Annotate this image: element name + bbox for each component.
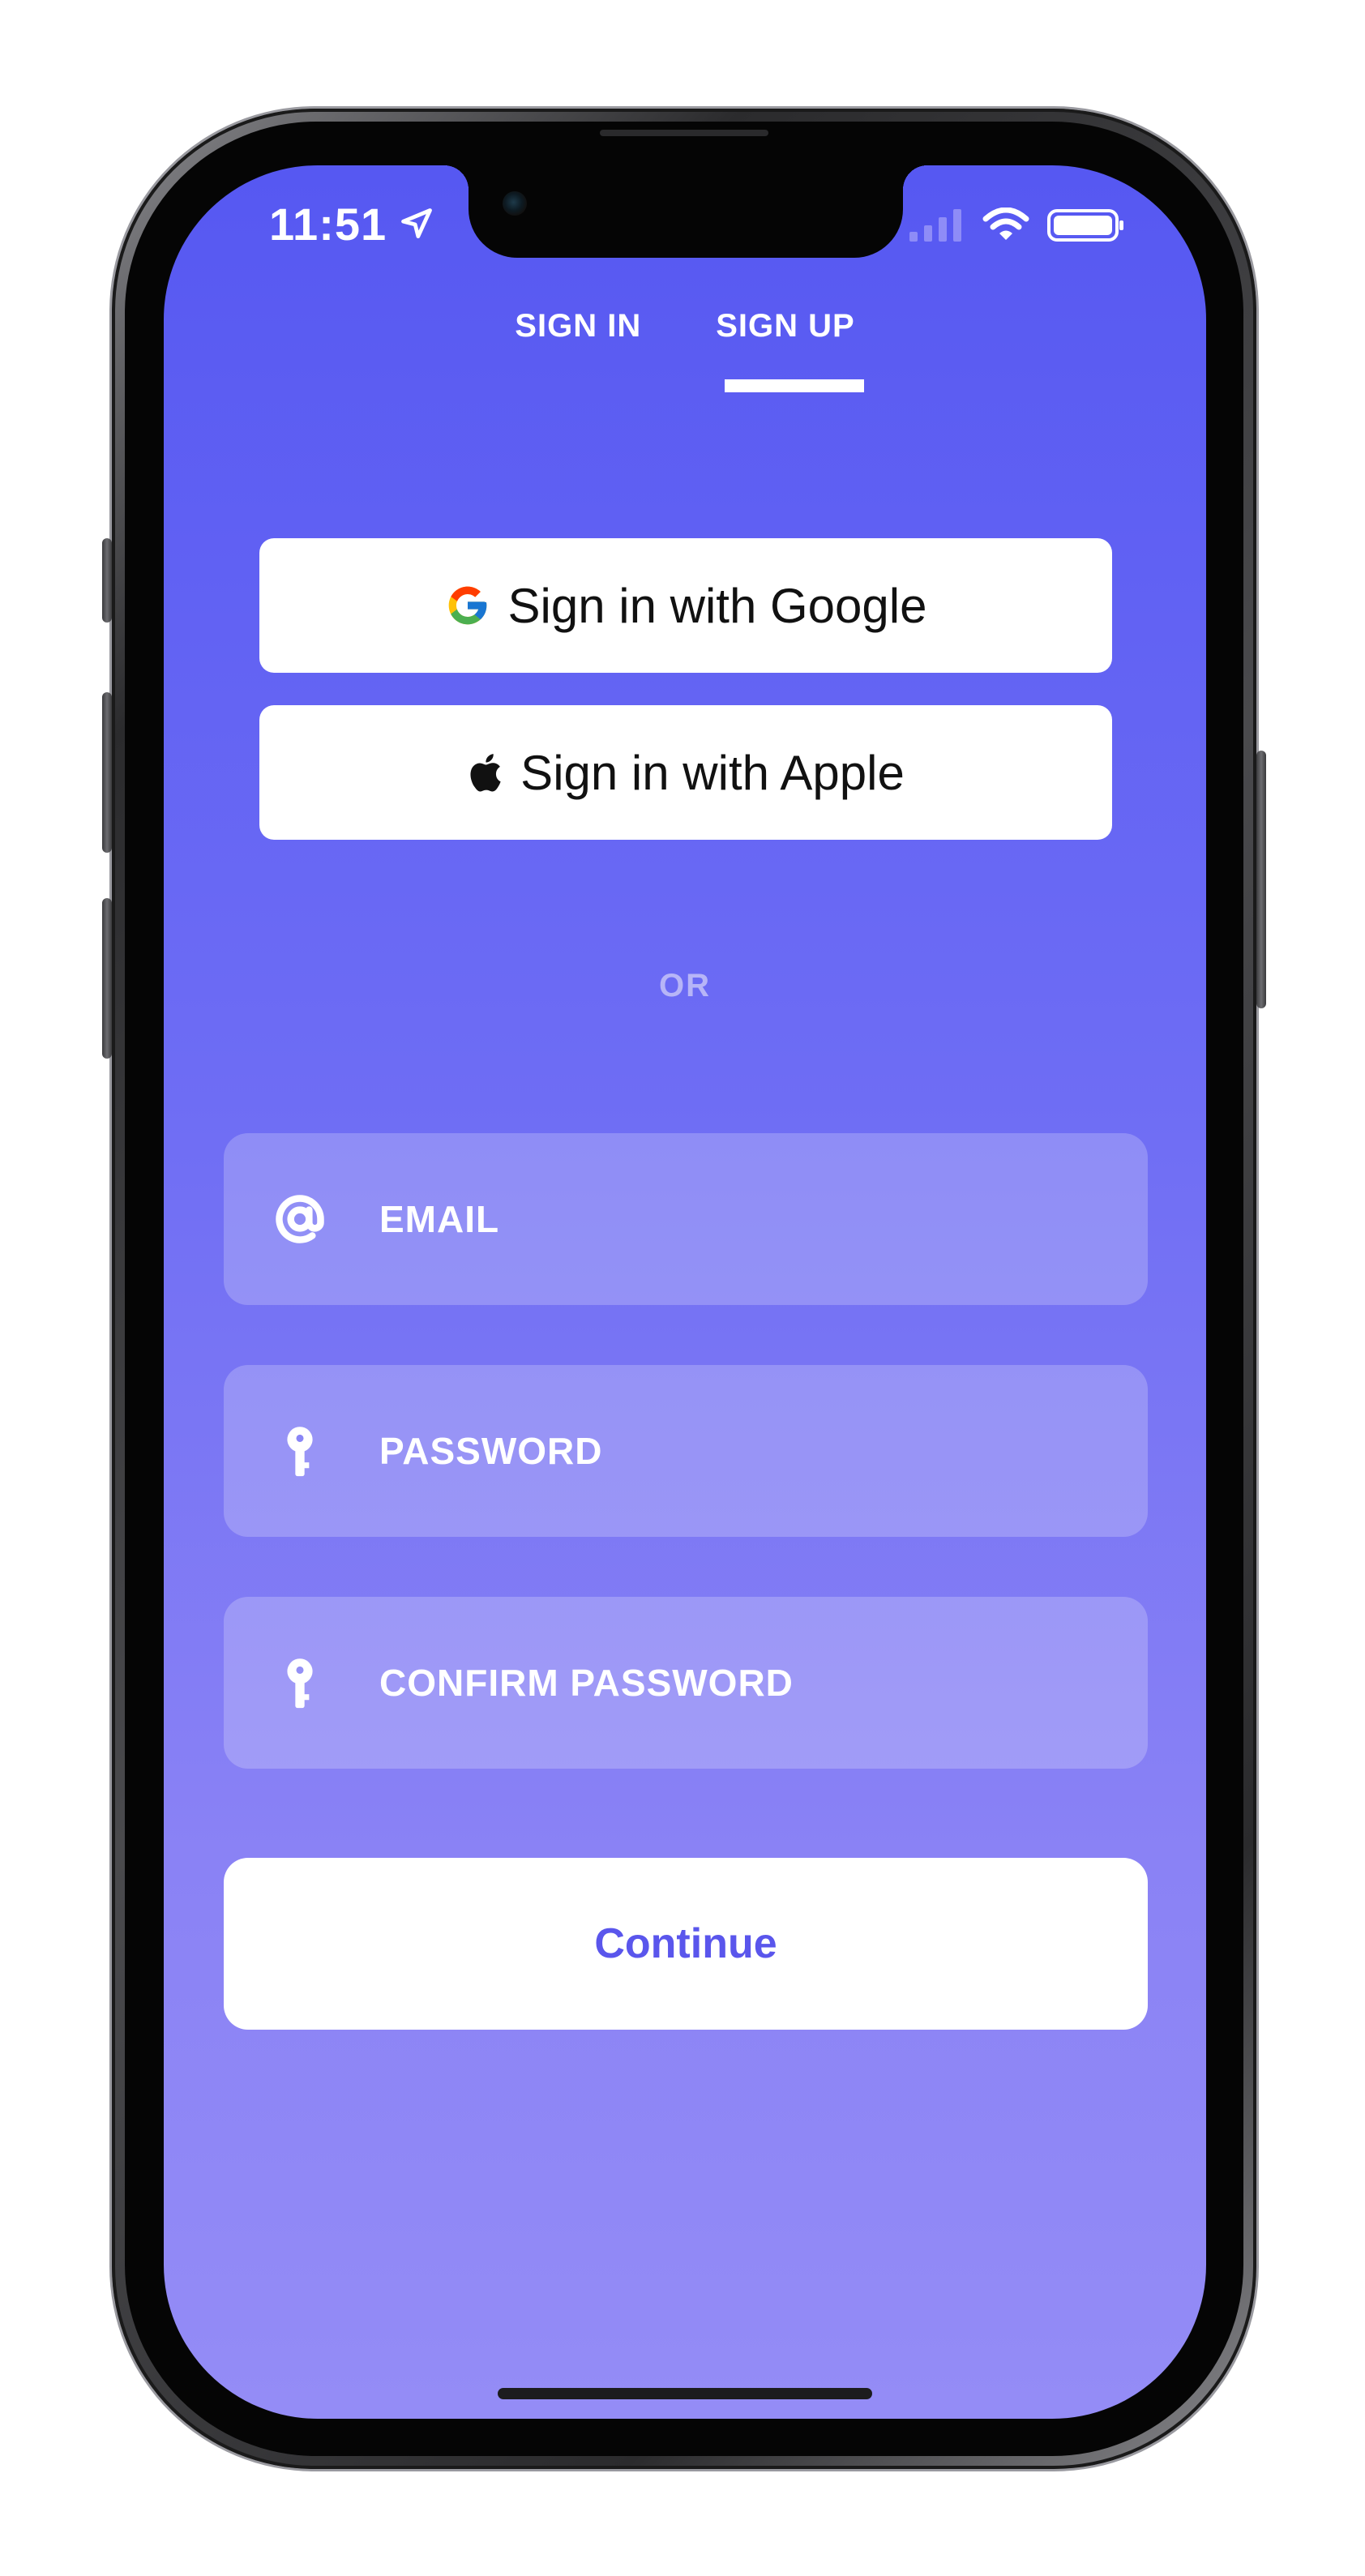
email-placeholder: EMAIL [379, 1198, 500, 1240]
tab-sign-up[interactable]: SIGN UP [716, 308, 854, 344]
apple-logo-icon [470, 754, 501, 792]
continue-label: Continue [594, 1920, 777, 1967]
selected-tab-indicator [725, 379, 864, 392]
location-arrow-icon [401, 208, 432, 238]
front-camera [503, 191, 527, 216]
notch [444, 165, 927, 258]
side-button-power [1256, 751, 1266, 1008]
side-button-left-silent [102, 538, 112, 623]
key-icon [287, 1427, 313, 1477]
at-sign-icon [276, 1195, 324, 1243]
email-field[interactable]: EMAIL [224, 1133, 1148, 1305]
status-time: 11:51 [269, 199, 387, 250]
earpiece-speaker [600, 130, 768, 136]
side-button-volume-down [102, 898, 112, 1059]
apple-sign-in-button[interactable]: Sign in with Apple [259, 705, 1112, 840]
auth-tabs: SIGN IN SIGN UP [164, 308, 1206, 344]
confirm-password-field[interactable]: CONFIRM PASSWORD [224, 1597, 1148, 1769]
confirm-password-placeholder: CONFIRM PASSWORD [379, 1662, 794, 1704]
password-field[interactable]: PASSWORD [224, 1365, 1148, 1537]
or-divider-label: OR [659, 968, 711, 1003]
key-icon [287, 1658, 313, 1709]
tab-sign-in[interactable]: SIGN IN [515, 308, 641, 344]
password-placeholder: PASSWORD [379, 1430, 603, 1472]
status-icons [908, 208, 1125, 243]
wifi-icon [982, 208, 1029, 240]
side-button-volume-up [102, 692, 112, 853]
battery-icon [1047, 209, 1123, 242]
apple-sign-in-label: Sign in with Apple [520, 745, 905, 800]
continue-button[interactable]: Continue [224, 1858, 1148, 2030]
cellular-signal-icon [909, 209, 961, 242]
home-indicator[interactable] [498, 2388, 872, 2399]
google-g-icon [448, 586, 486, 625]
google-sign-in-button[interactable]: Sign in with Google [259, 538, 1112, 673]
app-screen: 11:51 SIGN IN SIGN UP Sign in with Googl… [164, 165, 1206, 2419]
google-sign-in-label: Sign in with Google [507, 578, 927, 633]
